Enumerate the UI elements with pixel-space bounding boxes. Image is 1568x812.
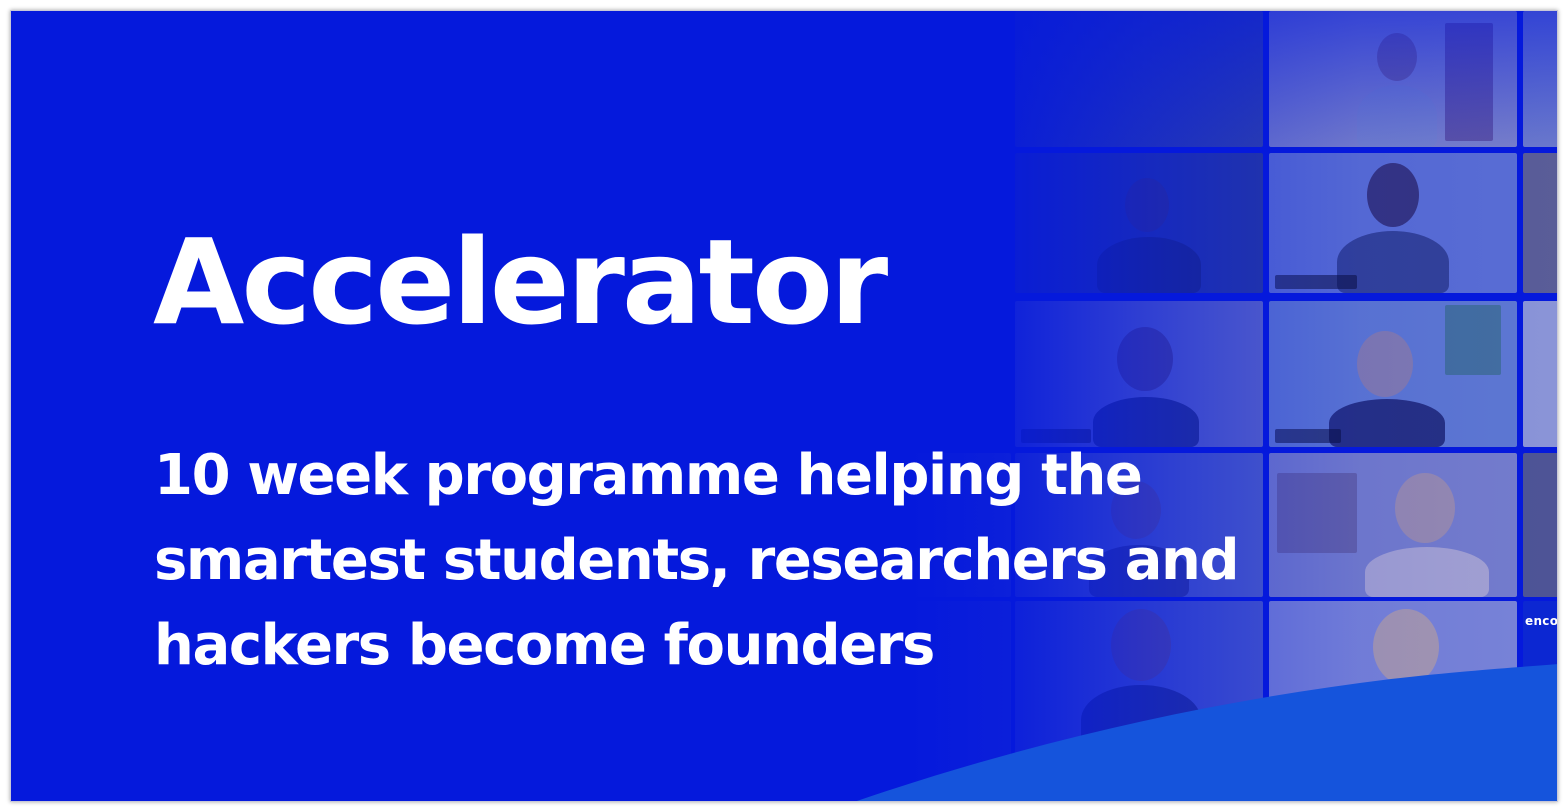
page-title: Accelerator <box>153 213 888 351</box>
tagline: 10 week programme helping the smartest s… <box>154 443 1240 678</box>
banner: enco Accelerator 10 week programme helpi… <box>10 10 1558 802</box>
